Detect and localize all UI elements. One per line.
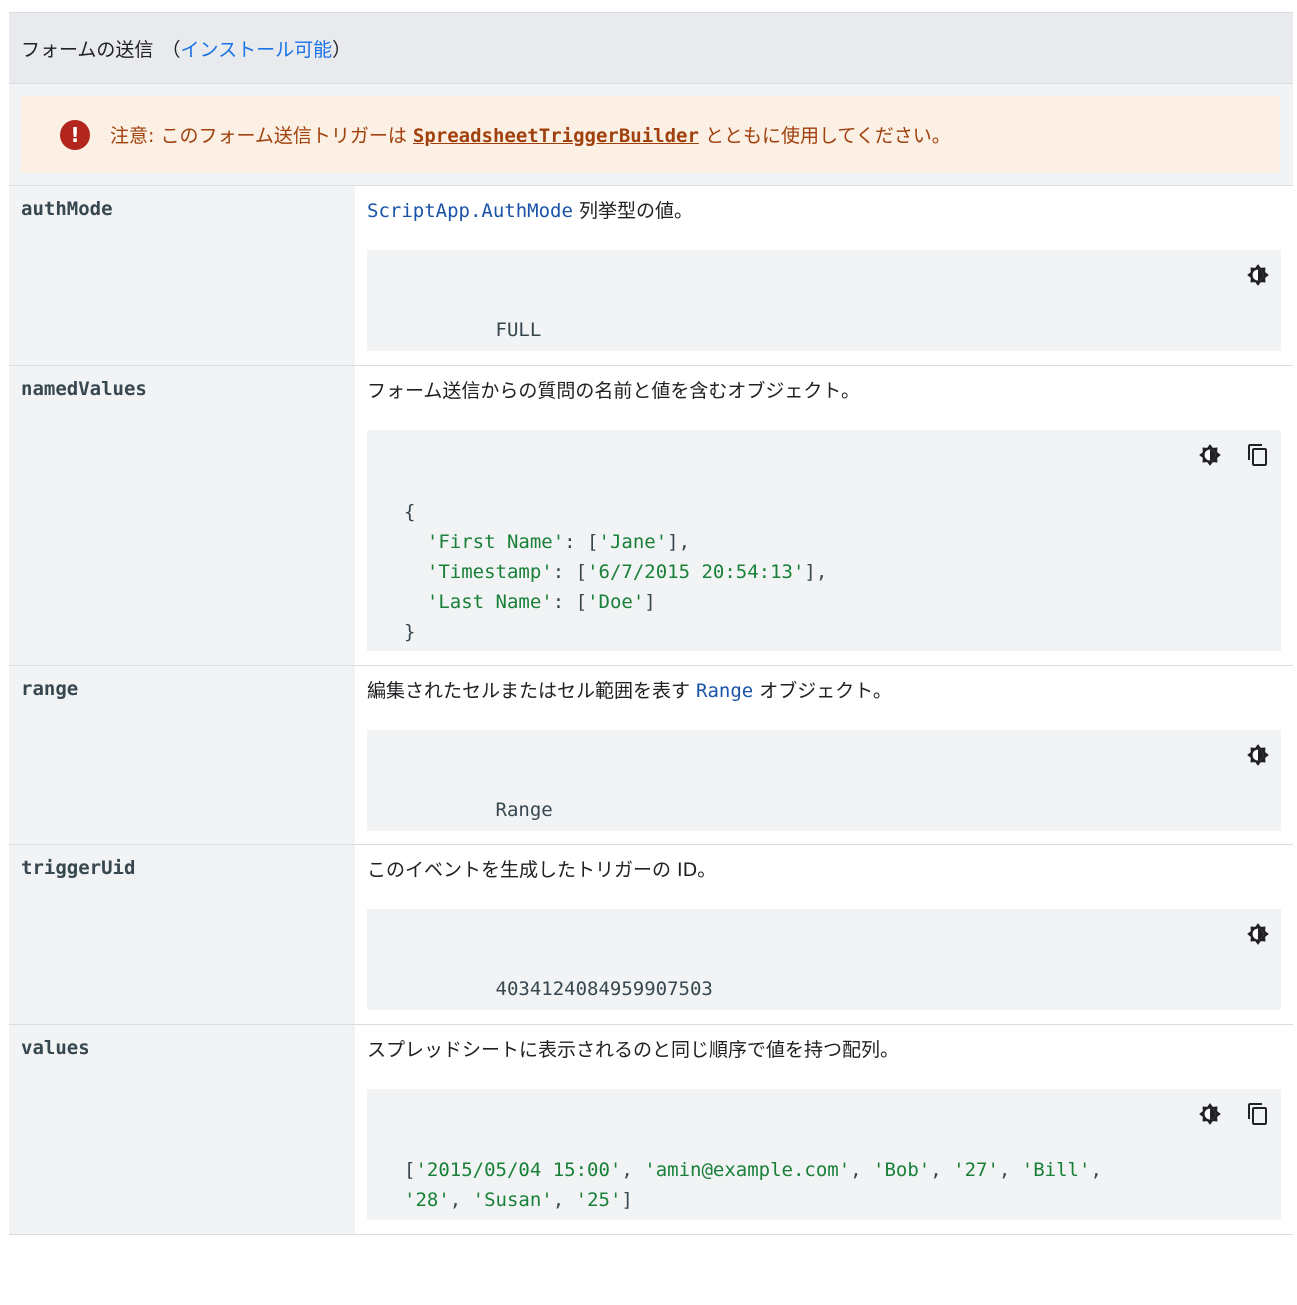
spreadsheet-trigger-builder-link[interactable]: SpreadsheetTriggerBuilder (413, 125, 699, 147)
field-name: range (9, 666, 355, 844)
copy-icon[interactable] (1245, 1101, 1271, 1127)
table-row: values スプレッドシートに表示されるのと同じ順序で値を持つ配列。 ['20… (9, 1025, 1293, 1235)
table-header: フォームの送信 （ インストール可能 ） (9, 12, 1293, 84)
authmode-enum-link[interactable]: ScriptApp.AuthMode (367, 200, 573, 222)
code-text: 4034124084959907503 (495, 978, 713, 1000)
code-line: ['2015/05/04 15:00', 'amin@example.com',… (404, 1159, 1102, 1181)
code-line: 'First Name': ['Jane'], (426, 531, 691, 553)
caution-text: 注意: このフォーム送信トリガーは SpreadsheetTriggerBuil… (110, 121, 951, 148)
caution-label: 注意: (110, 125, 155, 147)
header-paren-close: ） (332, 38, 352, 61)
code-block: 4034124084959907503 (367, 909, 1281, 1010)
header-paren-open: （ (161, 38, 181, 61)
field-description: フォーム送信からの質問の名前と値を含むオブジェクト。 (367, 380, 861, 402)
code-block: { 'First Name': ['Jane'], 'Timestamp': [… (367, 430, 1281, 651)
header-title: フォームの送信 (21, 38, 154, 61)
field-description: ScriptApp.AuthMode 列挙型の値。 (367, 198, 1281, 225)
dark-mode-toggle-icon[interactable] (1245, 921, 1271, 947)
code-line: 'Last Name': ['Doe'] (426, 591, 656, 613)
dark-mode-toggle-icon[interactable] (1197, 1101, 1223, 1127)
table-row: triggerUid このイベントを生成したトリガーの ID。 40341240… (9, 845, 1293, 1025)
field-name: namedValues (9, 366, 355, 665)
dark-mode-toggle-icon[interactable] (1245, 262, 1271, 288)
code-block: ['2015/05/04 15:00', 'amin@example.com',… (367, 1089, 1281, 1220)
dark-mode-toggle-icon[interactable] (1197, 442, 1223, 468)
caution-text-after: とともに使用してください。 (698, 125, 951, 147)
code-line: } (404, 621, 416, 643)
code-line: '28', 'Susan', '25'] (404, 1189, 633, 1211)
table-row: authMode ScriptApp.AuthMode 列挙型の値。 FULL (9, 186, 1293, 366)
field-name: triggerUid (9, 845, 355, 1024)
exclamation-icon: ! (60, 119, 90, 150)
field-description: スプレッドシートに表示されるのと同じ順序で値を持つ配列。 (367, 1039, 900, 1061)
field-name: authMode (9, 186, 355, 365)
dark-mode-toggle-icon[interactable] (1245, 742, 1271, 768)
code-line: 'Timestamp': ['6/7/2015 20:54:13'], (426, 561, 828, 583)
code-block: FULL (367, 250, 1281, 351)
code-text: FULL (495, 319, 542, 341)
field-name: values (9, 1025, 355, 1234)
caution-box: ! 注意: このフォーム送信トリガーは SpreadsheetTriggerBu… (21, 96, 1280, 173)
caution-row: ! 注意: このフォーム送信トリガーは SpreadsheetTriggerBu… (9, 84, 1293, 186)
installable-link[interactable]: インストール可能 (180, 35, 332, 62)
copy-icon[interactable] (1245, 442, 1271, 468)
code-block: Range (367, 730, 1281, 831)
caution-text-before: このフォーム送信トリガーは (154, 125, 413, 147)
field-description: このイベントを生成したトリガーの ID。 (367, 859, 717, 881)
event-object-table: フォームの送信 （ インストール可能 ） ! 注意: このフォーム送信トリガーは… (9, 12, 1293, 1235)
field-description-text: 列挙型の値。 (572, 200, 693, 222)
code-line: { (404, 501, 416, 523)
code-text: Range (495, 799, 553, 821)
table-row: namedValues フォーム送信からの質問の名前と値を含むオブジェクト。 {… (9, 366, 1293, 666)
